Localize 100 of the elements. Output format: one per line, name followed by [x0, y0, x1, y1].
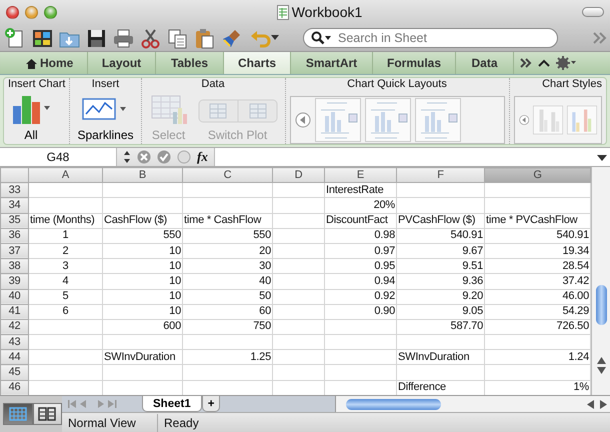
- status-view-label: Normal View: [62, 414, 158, 432]
- column-header[interactable]: F: [396, 168, 484, 183]
- row-header[interactable]: 39: [0, 274, 28, 289]
- column-header[interactable]: C: [182, 168, 272, 183]
- scroll-thumb[interactable]: [596, 285, 607, 325]
- search-field[interactable]: Search in Sheet: [303, 28, 558, 48]
- table-cell: time * PVCashFlow: [486, 214, 578, 226]
- function-circle-icon[interactable]: [177, 150, 191, 164]
- scroll-right-icon[interactable]: [600, 400, 607, 408]
- table-cell: 54.29: [562, 305, 589, 318]
- row-header[interactable]: 44: [0, 350, 28, 365]
- insert-function-button[interactable]: fx: [197, 147, 208, 167]
- dropdown-arrow-icon[interactable]: [597, 154, 607, 161]
- table-cell: 0.95: [374, 260, 395, 272]
- row-header[interactable]: 36: [0, 228, 28, 244]
- table-cell: 750: [253, 320, 271, 332]
- table-cell: 40: [259, 274, 271, 287]
- cancel-icon[interactable]: [137, 150, 151, 164]
- column-header[interactable]: D: [272, 168, 324, 183]
- scroll-left-icon[interactable]: [294, 112, 310, 128]
- print-button[interactable]: [111, 26, 135, 48]
- table-cell: 4: [62, 274, 68, 287]
- group-title: Chart Quick Layouts: [346, 78, 448, 91]
- table-cell: 20%: [374, 198, 395, 211]
- home-icon: [26, 58, 37, 69]
- settings-icon[interactable]: [556, 56, 576, 70]
- table-cell: 60: [259, 305, 271, 318]
- confirm-icon[interactable]: [157, 150, 171, 164]
- row-header[interactable]: 38: [0, 258, 28, 274]
- row-header[interactable]: 46: [0, 380, 28, 395]
- column-header[interactable]: E: [324, 168, 396, 183]
- group-title: Insert Chart: [8, 78, 66, 91]
- scroll-down-icon[interactable]: [597, 367, 606, 374]
- table-cell: 10: [169, 290, 181, 302]
- layout-gallery[interactable]: [290, 96, 504, 144]
- row-header[interactable]: 37: [0, 243, 28, 259]
- ribbon-tab[interactable]: Layout: [88, 52, 156, 74]
- row-header[interactable]: 33: [0, 182, 28, 198]
- caret-icon: [271, 34, 279, 40]
- row-header[interactable]: 45: [0, 364, 28, 380]
- vertical-scrollbar[interactable]: [591, 167, 610, 395]
- chart-layout-thumbnail[interactable]: [364, 98, 410, 142]
- table-cell: 1.24: [568, 350, 589, 363]
- overflow-chevron-icon[interactable]: [520, 58, 532, 68]
- table-cell: SWInvDuration: [104, 350, 176, 363]
- ribbon-tab[interactable]: Formulas: [373, 52, 456, 74]
- minimize-button[interactable]: [25, 6, 38, 18]
- print-icon: [112, 26, 134, 48]
- toolbar-toggle-button[interactable]: [582, 7, 604, 17]
- table-cell: time (Months): [30, 214, 95, 226]
- ribbon-button[interactable]: Sparklines: [74, 92, 136, 144]
- table-cell: 9.51: [462, 260, 483, 272]
- table-cell: 9.20: [462, 290, 483, 302]
- table-cell: 9.36: [462, 274, 483, 287]
- table-cell: 6: [62, 305, 68, 318]
- table-cell: 28.54: [562, 260, 589, 272]
- table-cell: 550: [163, 229, 181, 242]
- stepper-icon[interactable]: [123, 151, 131, 163]
- chart-layout-thumbnail[interactable]: [314, 98, 360, 142]
- pages-icon: [38, 407, 56, 421]
- group-title: Data: [200, 78, 226, 91]
- table-cell: 10: [169, 274, 181, 287]
- zoom-button[interactable]: [44, 6, 57, 18]
- grid-icon: [8, 407, 27, 421]
- scroll-left-icon[interactable]: [587, 400, 594, 408]
- scroll-up-icon[interactable]: [597, 357, 606, 364]
- ribbon-tab[interactable]: Data: [456, 52, 514, 74]
- close-button[interactable]: [6, 6, 19, 18]
- page-layout-view-button[interactable]: [32, 403, 62, 425]
- column-header[interactable]: B: [102, 168, 182, 183]
- row-header[interactable]: 35: [0, 213, 28, 228]
- table-cell: 1: [62, 229, 68, 242]
- table-cell: 3: [62, 260, 68, 272]
- search-icon: [311, 30, 331, 44]
- ribbon-tab[interactable]: SmartArt: [291, 52, 373, 74]
- ribbon-button[interactable]: All: [8, 92, 54, 144]
- table-cell: 550: [253, 229, 271, 242]
- scroll-left-icon[interactable]: [518, 112, 529, 128]
- ribbon-tab[interactable]: Charts: [224, 52, 291, 74]
- horizontal-scrollbar[interactable]: [335, 396, 610, 412]
- row-header[interactable]: 42: [0, 319, 28, 335]
- table-cell: 46.00: [562, 290, 589, 302]
- chart-layout-thumbnail[interactable]: [414, 98, 460, 142]
- table-cell: 1.25: [250, 350, 271, 363]
- row-header[interactable]: 34: [0, 198, 28, 214]
- collapse-ribbon-icon[interactable]: [538, 59, 550, 67]
- select-all-corner[interactable]: [0, 168, 28, 183]
- table-cell: 587.70: [450, 320, 483, 332]
- sheet-tab[interactable]: Sheet1: [142, 396, 202, 412]
- column-header[interactable]: G: [484, 168, 590, 183]
- table-cell: 0.98: [374, 229, 395, 242]
- table-cell: Difference: [398, 381, 446, 394]
- table-cell: SWInvDuration: [398, 350, 470, 363]
- column-header[interactable]: A: [28, 168, 102, 183]
- add-sheet-button[interactable]: +: [202, 396, 220, 412]
- ribbon-tab[interactable]: Home: [0, 52, 88, 74]
- style-gallery[interactable]: [514, 96, 602, 144]
- row-header[interactable]: 41: [0, 304, 28, 320]
- row-header[interactable]: 43: [0, 334, 28, 350]
- row-header[interactable]: 40: [0, 289, 28, 304]
